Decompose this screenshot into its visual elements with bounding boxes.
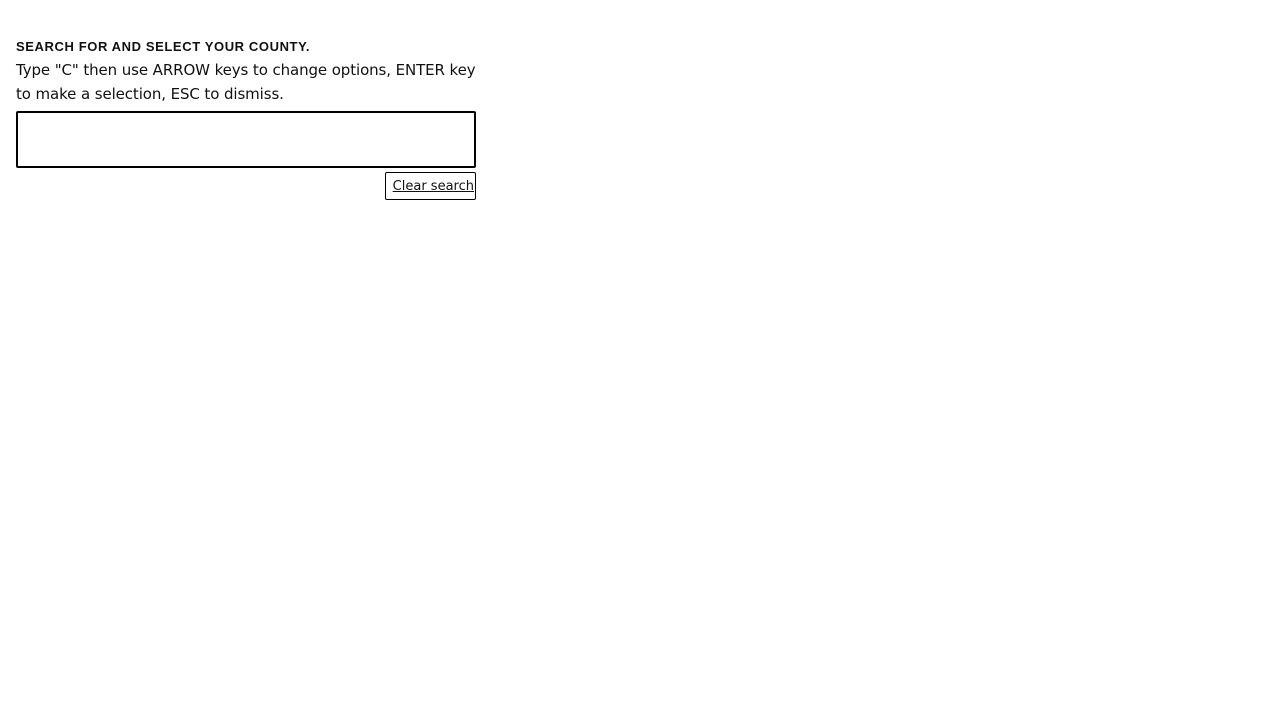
- county-search-heading: SEARCH FOR AND SELECT YOUR COUNTY.: [16, 39, 311, 54]
- county-search-form: SEARCH FOR AND SELECT YOUR COUNTY. Type …: [16, 38, 476, 200]
- county-search-input[interactable]: [16, 111, 476, 168]
- county-search-instructions: Type "C" then use ARROW keys to change o…: [16, 61, 476, 103]
- clear-row: Clear search: [16, 172, 476, 200]
- clear-search-button[interactable]: Clear search: [384, 172, 476, 200]
